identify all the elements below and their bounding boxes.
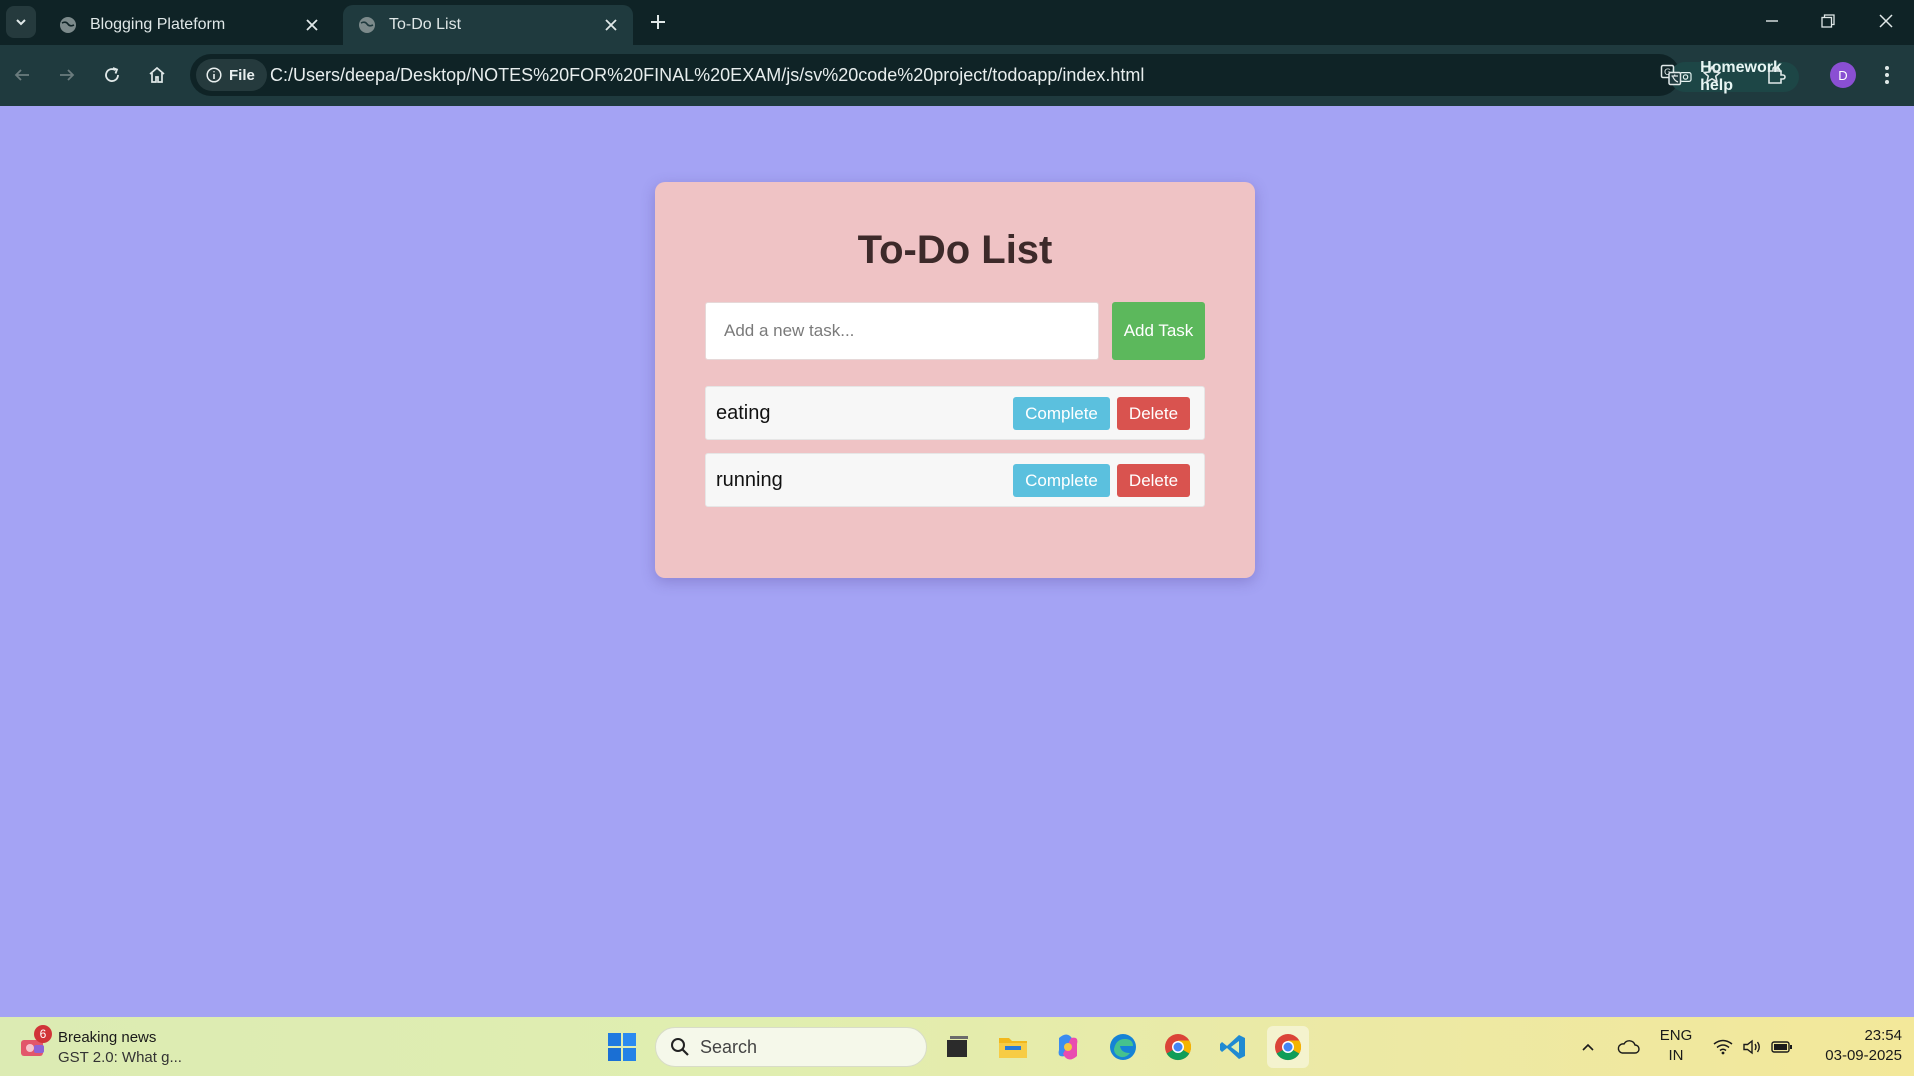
close-window-button[interactable] bbox=[1858, 0, 1914, 42]
task-view-icon bbox=[947, 1036, 968, 1057]
task-text: running bbox=[716, 469, 783, 491]
speaker-icon bbox=[1743, 1039, 1760, 1054]
language-indicator[interactable]: ENG IN bbox=[1658, 1026, 1694, 1066]
news-subtitle: GST 2.0: What g... bbox=[58, 1049, 182, 1066]
translate-icon: G bbox=[1660, 64, 1682, 86]
address-bar[interactable]: File C:/Users/deepa/Desktop/NOTES%20FOR%… bbox=[190, 54, 1799, 96]
avatar: D bbox=[1830, 62, 1856, 88]
menu-button[interactable] bbox=[1870, 58, 1904, 92]
onedrive-button[interactable] bbox=[1614, 1017, 1642, 1076]
delete-button[interactable]: Delete bbox=[1117, 397, 1190, 430]
task-item: running Complete Delete bbox=[705, 453, 1205, 507]
wifi-button[interactable] bbox=[1710, 1017, 1736, 1076]
profile-button[interactable]: D bbox=[1826, 58, 1860, 92]
edge-icon bbox=[1110, 1034, 1136, 1060]
close-icon bbox=[1879, 14, 1893, 28]
system-clock[interactable]: 23:54 03-09-2025 bbox=[1806, 1026, 1902, 1066]
browser-toolbar: File C:/Users/deepa/Desktop/NOTES%20FOR%… bbox=[0, 45, 1914, 106]
file-explorer-button[interactable] bbox=[992, 1026, 1034, 1068]
todo-card: To-Do List Add Task eating Complete Dele… bbox=[655, 182, 1255, 578]
complete-button[interactable]: Complete bbox=[1013, 397, 1110, 430]
copilot-button[interactable] bbox=[1047, 1026, 1089, 1068]
chrome-active-button[interactable] bbox=[1267, 1026, 1309, 1068]
chrome-icon bbox=[1275, 1034, 1302, 1061]
tab-blogging-plateform[interactable]: Blogging Plateform bbox=[44, 5, 334, 45]
close-tab-icon[interactable] bbox=[298, 11, 326, 39]
vscode-icon bbox=[1220, 1035, 1245, 1059]
chevron-up-icon bbox=[1582, 1043, 1594, 1051]
chrome-icon bbox=[1165, 1034, 1192, 1061]
chevron-down-icon bbox=[16, 19, 26, 26]
plus-icon bbox=[651, 15, 665, 29]
restore-icon bbox=[1821, 14, 1835, 28]
bookmark-star-button[interactable] bbox=[1695, 58, 1729, 92]
show-hidden-icons-button[interactable] bbox=[1577, 1017, 1599, 1076]
back-button[interactable] bbox=[4, 57, 40, 93]
news-widget[interactable]: 6 Breaking news GST 2.0: What g... bbox=[16, 1025, 196, 1069]
tab-search-button[interactable] bbox=[6, 6, 36, 38]
volume-button[interactable] bbox=[1739, 1017, 1765, 1076]
minimize-button[interactable] bbox=[1744, 0, 1800, 42]
task-text: eating bbox=[716, 402, 771, 424]
extensions-button[interactable] bbox=[1759, 58, 1793, 92]
tab-title: Blogging Plateform bbox=[90, 16, 226, 33]
info-icon bbox=[206, 67, 222, 83]
site-chip-label: File bbox=[229, 66, 255, 84]
reload-button[interactable] bbox=[94, 57, 130, 93]
clock-time: 23:54 bbox=[1864, 1027, 1902, 1044]
restore-button[interactable] bbox=[1800, 0, 1856, 42]
arrow-left-icon bbox=[14, 69, 29, 81]
windows-logo-icon bbox=[608, 1033, 636, 1061]
copilot-icon bbox=[1058, 1034, 1078, 1060]
site-info-chip[interactable]: File bbox=[196, 59, 267, 91]
puzzle-icon bbox=[1768, 66, 1786, 84]
windows-taskbar: 6 Breaking news GST 2.0: What g... Searc… bbox=[0, 1017, 1914, 1076]
region-code: IN bbox=[1668, 1047, 1684, 1064]
globe-icon bbox=[60, 17, 76, 33]
tab-to-do-list[interactable]: To-Do List bbox=[343, 5, 633, 45]
vscode-button[interactable] bbox=[1212, 1026, 1254, 1068]
tab-title: To-Do List bbox=[389, 16, 462, 33]
globe-icon bbox=[359, 17, 375, 33]
complete-button[interactable]: Complete bbox=[1013, 464, 1110, 497]
wifi-icon bbox=[1713, 1039, 1733, 1054]
search-icon bbox=[671, 1038, 689, 1056]
close-tab-icon[interactable] bbox=[597, 11, 625, 39]
search-label: Search bbox=[700, 1036, 758, 1057]
arrow-right-icon bbox=[60, 69, 75, 81]
new-tab-button[interactable] bbox=[643, 7, 673, 37]
home-button[interactable] bbox=[139, 57, 175, 93]
folder-icon bbox=[999, 1038, 1027, 1058]
notification-badge: 6 bbox=[34, 1025, 52, 1043]
translate-button[interactable]: G bbox=[1654, 58, 1688, 92]
task-view-button[interactable] bbox=[936, 1026, 978, 1068]
start-button[interactable] bbox=[601, 1026, 643, 1068]
battery-icon bbox=[1771, 1040, 1792, 1053]
browser-tab-strip: Blogging Plateform To-Do List bbox=[0, 0, 1914, 45]
cloud-icon bbox=[1617, 1039, 1640, 1054]
language-code: ENG bbox=[1659, 1027, 1693, 1044]
new-task-input[interactable] bbox=[705, 302, 1099, 360]
home-icon bbox=[149, 66, 165, 83]
reload-icon bbox=[105, 67, 119, 82]
delete-button[interactable]: Delete bbox=[1117, 464, 1190, 497]
url-text[interactable]: C:/Users/deepa/Desktop/NOTES%20FOR%20FIN… bbox=[270, 54, 1144, 96]
chrome-button[interactable] bbox=[1157, 1026, 1199, 1068]
edge-button[interactable] bbox=[1102, 1026, 1144, 1068]
add-task-button[interactable]: Add Task bbox=[1112, 302, 1205, 360]
battery-button[interactable] bbox=[1768, 1017, 1796, 1076]
forward-button[interactable] bbox=[49, 57, 85, 93]
task-item: eating Complete Delete bbox=[705, 386, 1205, 440]
star-icon bbox=[1703, 66, 1721, 83]
minimize-icon bbox=[1766, 20, 1778, 22]
taskbar-search[interactable]: Search bbox=[655, 1027, 927, 1067]
clock-date: 03-09-2025 bbox=[1825, 1047, 1902, 1064]
page-title: To-Do List bbox=[857, 228, 1053, 272]
news-title: Breaking news bbox=[58, 1029, 157, 1046]
more-vertical-icon bbox=[1885, 66, 1889, 84]
